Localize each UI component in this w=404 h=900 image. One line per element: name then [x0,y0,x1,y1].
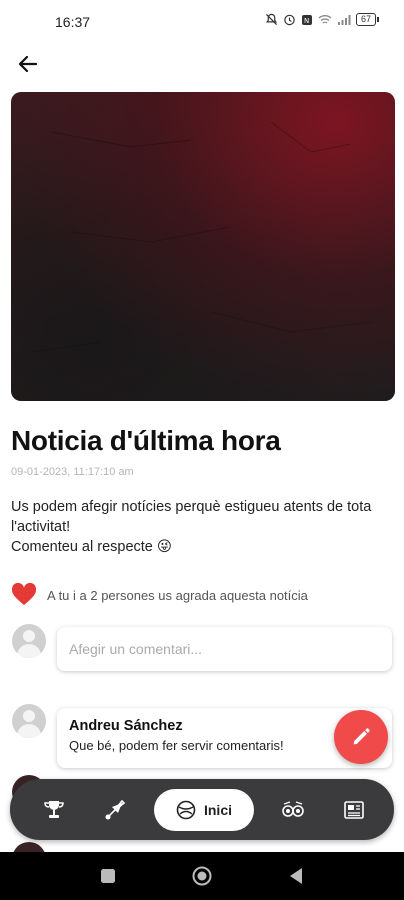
write-comment-button[interactable] [334,710,388,764]
nav-home-label: Inici [203,801,232,818]
battery-icon: 67 [355,13,380,26]
circle-icon [192,866,212,886]
news-title: Noticia d'última hora [11,425,281,456]
newspaper-icon [344,800,364,819]
comment-author: Andreu Sánchez [69,718,183,734]
nav-news[interactable] [332,788,376,832]
my-avatar [12,624,46,658]
svg-text:N: N [304,17,309,25]
texture-overlay [30,121,372,353]
mute-icon [265,13,278,26]
nfc-icon: N [301,14,312,25]
news-image [11,92,395,401]
news-body-line-2: Comenteu al respecte 😜 [11,539,173,555]
status-time: 16:37 [55,14,91,30]
nav-shuttlecock[interactable] [93,788,137,832]
back-button[interactable] [14,50,42,78]
arrow-left-icon [18,55,38,73]
news-body: Us podem afegir notícies perquè estigueu… [11,497,396,557]
wifi-icon [318,14,332,24]
status-bar: 16:37 N 67 [0,0,404,44]
news-date: 09-01-2023, 11:17:10 am [11,466,134,478]
triangle-back-icon [290,868,302,884]
trophy-icon [44,800,64,818]
home-button[interactable] [190,864,214,888]
pencil-icon [353,728,370,745]
comment-avatar [12,704,46,738]
system-nav-bar [0,852,404,900]
eyes-icon [282,800,304,817]
back-nav-button[interactable] [284,864,308,888]
nav-trophy[interactable] [32,788,76,832]
nav-home[interactable]: Inici [154,788,254,831]
shuttlecock-icon [105,799,126,819]
nav-eyes[interactable] [271,788,315,832]
recents-button[interactable] [96,864,120,888]
heart-icon[interactable] [11,583,37,607]
signal-icon [337,14,351,25]
square-icon [101,869,115,883]
alarm-icon [284,14,295,26]
news-body-line-1: Us podem afegir notícies perquè estigueu… [11,499,372,535]
bottom-nav: Inici [10,779,394,840]
likes-row: A tu i a 2 persones us agrada aquesta no… [11,583,308,607]
likes-text: A tu i a 2 persones us agrada aquesta no… [47,587,308,603]
comment-input[interactable] [57,627,392,671]
status-icons: N 67 [265,13,380,26]
ball-icon [176,800,196,819]
